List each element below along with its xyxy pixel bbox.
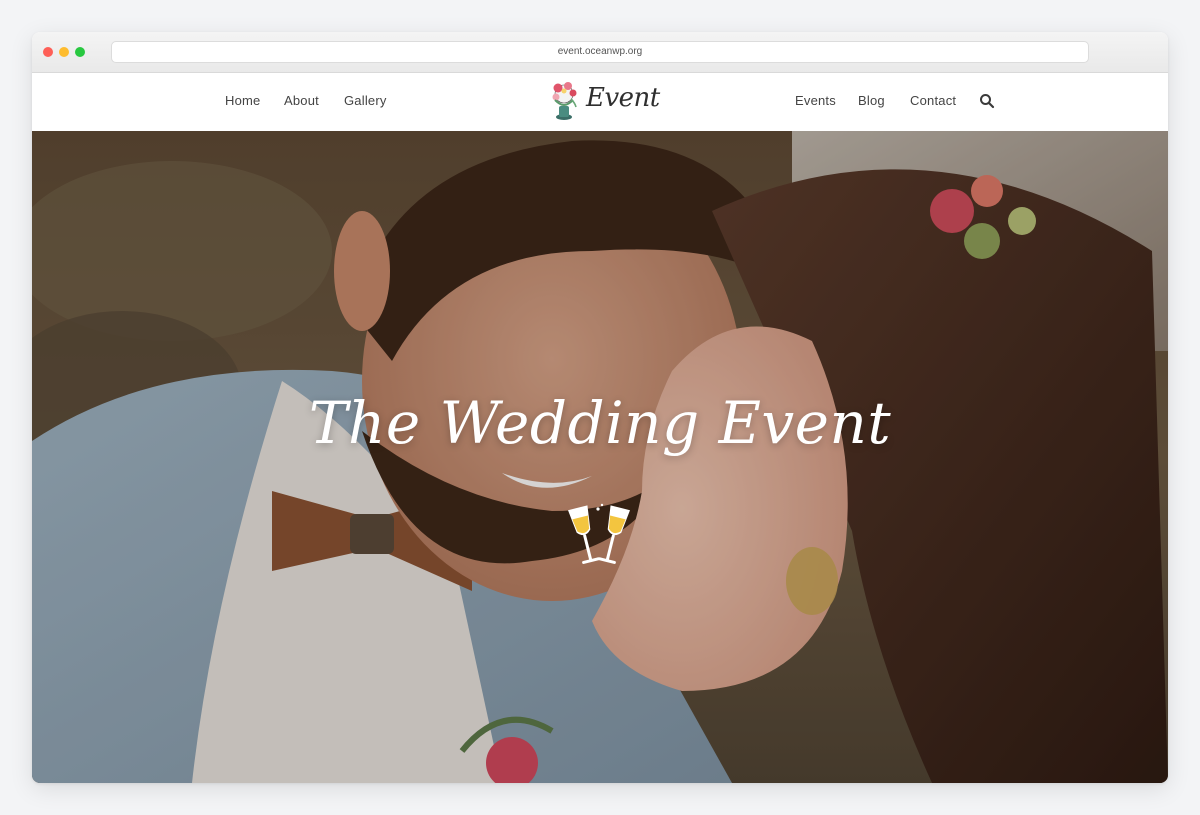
- minimize-window-button[interactable]: [59, 47, 69, 57]
- nav-events[interactable]: Events: [795, 93, 836, 108]
- nav-contact[interactable]: Contact: [910, 93, 956, 108]
- browser-window: event.oceanwp.org Home About Gallery Eve…: [32, 32, 1168, 783]
- logo-text: Event: [586, 83, 660, 113]
- address-bar[interactable]: event.oceanwp.org: [111, 41, 1089, 63]
- hero-title: The Wedding Event: [308, 389, 892, 457]
- site-header: Home About Gallery Event Events Blog Con…: [32, 73, 1168, 131]
- champagne-glasses-icon: [568, 503, 630, 564]
- hero-overlay: [32, 131, 1168, 783]
- maximize-window-button[interactable]: [75, 47, 85, 57]
- nav-blog[interactable]: Blog: [858, 93, 885, 108]
- search-icon[interactable]: [979, 93, 995, 109]
- flower-bouquet-icon: [552, 82, 577, 120]
- nav-home[interactable]: Home: [225, 93, 260, 108]
- close-window-button[interactable]: [43, 47, 53, 57]
- hero-section: The Wedding Event: [32, 131, 1168, 783]
- nav-gallery[interactable]: Gallery: [344, 93, 387, 108]
- nav-about[interactable]: About: [284, 93, 319, 108]
- browser-chrome: event.oceanwp.org: [32, 32, 1168, 73]
- site-logo[interactable]: Event: [552, 81, 660, 123]
